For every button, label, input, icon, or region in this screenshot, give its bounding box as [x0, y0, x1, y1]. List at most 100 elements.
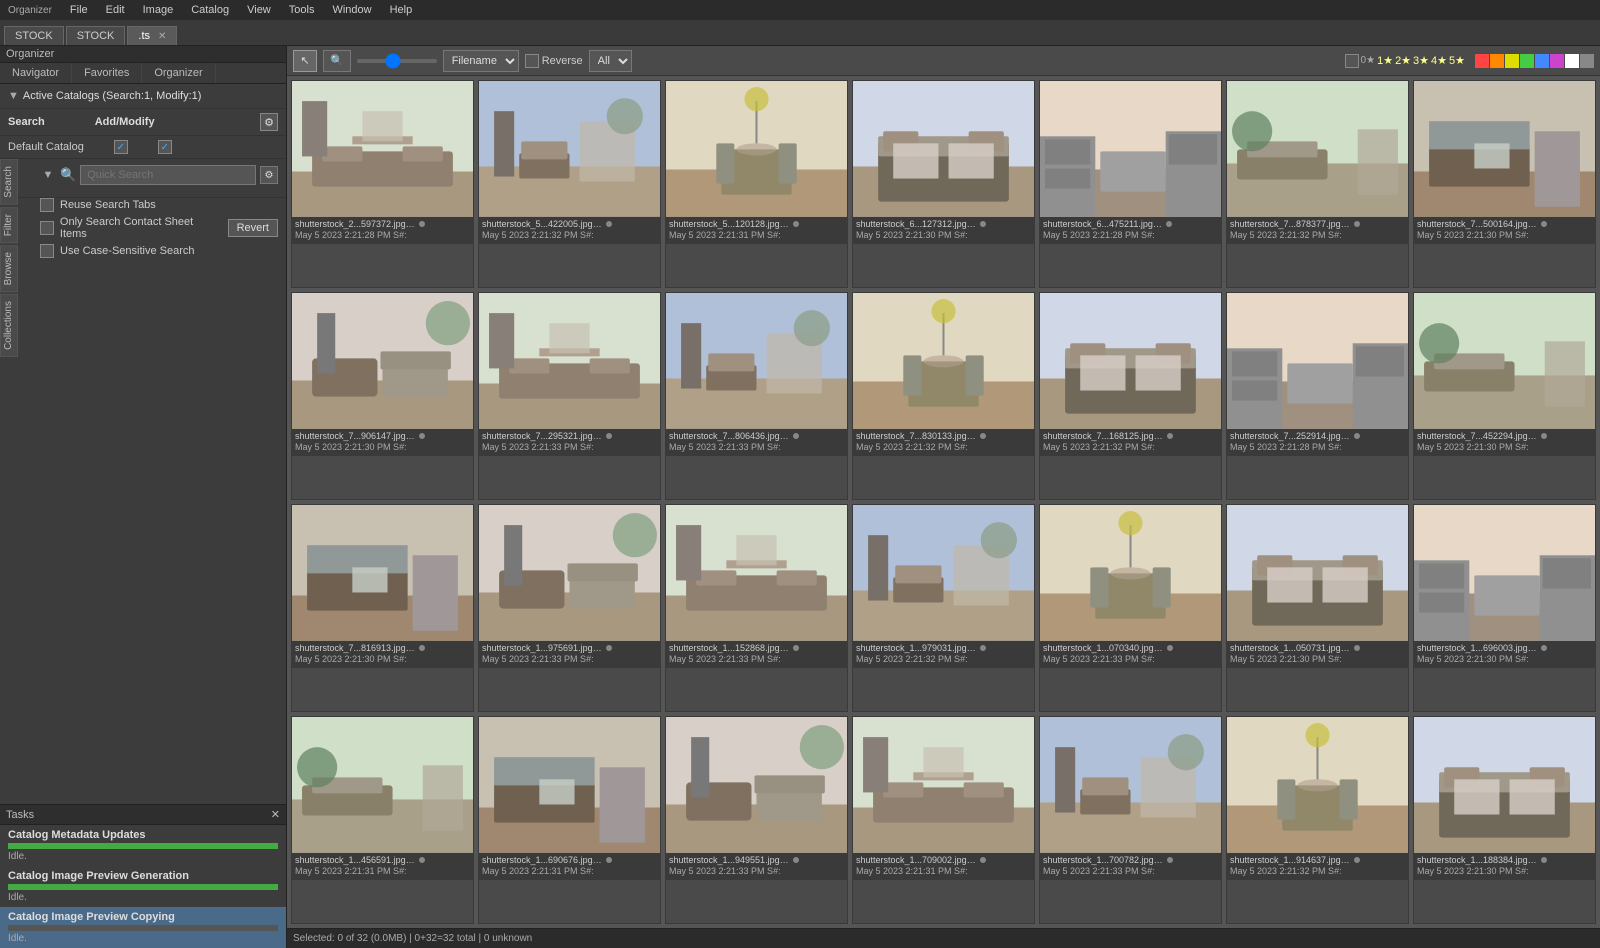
sort-select[interactable]: Filename Date Size Rating — [443, 50, 519, 72]
menu-help[interactable]: Help — [386, 2, 417, 18]
color-white[interactable] — [1565, 54, 1579, 68]
image-cell[interactable]: shutterstock_1...949551.jpg… May 5 2023 … — [665, 716, 848, 924]
only-search-label: Only Search Contact Sheet Items — [60, 216, 222, 240]
image-cell[interactable]: shutterstock_1...709002.jpg… May 5 2023 … — [852, 716, 1035, 924]
tab-ts[interactable]: .ts ✕ — [127, 26, 177, 45]
image-cell[interactable]: shutterstock_1...050731.jpg… May 5 2023 … — [1226, 504, 1409, 712]
color-yellow[interactable] — [1505, 54, 1519, 68]
star-3: 3★ — [1413, 54, 1429, 67]
menu-image[interactable]: Image — [139, 2, 178, 18]
status-bar: Selected: 0 of 32 (0.0MB) | 0+32=32 tota… — [287, 928, 1600, 948]
color-red[interactable] — [1475, 54, 1489, 68]
image-cell[interactable]: shutterstock_1...975691.jpg… May 5 2023 … — [478, 504, 661, 712]
search-magnifier-icon: 🔍 — [60, 167, 76, 183]
tab-ts-close[interactable]: ✕ — [158, 31, 166, 42]
image-date: May 5 2023 2:21:30 PM S#: — [1417, 230, 1592, 242]
side-label-browse[interactable]: Browse — [0, 245, 18, 292]
menu-file[interactable]: File — [66, 2, 92, 18]
reuse-search-checkbox[interactable] — [40, 198, 54, 212]
image-cell[interactable]: shutterstock_7...806436.jpg… May 5 2023 … — [665, 292, 848, 500]
color-orange[interactable] — [1490, 54, 1504, 68]
image-thumbnail — [853, 505, 1034, 641]
color-purple[interactable] — [1550, 54, 1564, 68]
color-blue[interactable] — [1535, 54, 1549, 68]
color-gray[interactable] — [1580, 54, 1594, 68]
menu-view[interactable]: View — [243, 2, 275, 18]
image-cell[interactable]: shutterstock_7...906147.jpg… May 5 2023 … — [291, 292, 474, 500]
tab-favorites[interactable]: Favorites — [72, 63, 142, 83]
image-cell[interactable]: shutterstock_7...878377.jpg… May 5 2023 … — [1226, 80, 1409, 288]
menu-catalog[interactable]: Catalog — [187, 2, 233, 18]
task-preview-gen-status: Idle. — [8, 892, 278, 903]
star-filter-checkbox[interactable] — [1345, 54, 1359, 68]
image-info: shutterstock_1...949551.jpg… May 5 2023 … — [666, 853, 847, 880]
tasks-close-icon[interactable]: ✕ — [271, 808, 280, 821]
image-cell[interactable]: shutterstock_1...696003.jpg… May 5 2023 … — [1413, 504, 1596, 712]
menu-edit[interactable]: Edit — [102, 2, 129, 18]
quick-search-input[interactable] — [80, 165, 256, 185]
zoom-tool-button[interactable]: 🔍 — [323, 50, 351, 72]
image-cell[interactable]: shutterstock_7...452294.jpg… May 5 2023 … — [1413, 292, 1596, 500]
color-green[interactable] — [1520, 54, 1534, 68]
image-cell[interactable]: shutterstock_7...295321.jpg… May 5 2023 … — [478, 292, 661, 500]
revert-button[interactable]: Revert — [228, 219, 278, 237]
tab-stock-1[interactable]: STOCK — [4, 26, 64, 45]
image-date: May 5 2023 2:21:33 PM S#: — [1043, 654, 1218, 666]
reverse-checkbox[interactable] — [525, 54, 539, 68]
image-cell[interactable]: shutterstock_1...070340.jpg… May 5 2023 … — [1039, 504, 1222, 712]
thumbnail-size-slider[interactable] — [357, 59, 437, 63]
search-checkbox[interactable] — [114, 140, 128, 154]
add-modify-checkbox[interactable] — [158, 140, 172, 154]
tab-organizer[interactable]: Organizer — [142, 63, 215, 83]
image-date: May 5 2023 2:21:31 PM S#: — [669, 230, 844, 242]
image-cell[interactable]: shutterstock_1...690676.jpg… May 5 2023 … — [478, 716, 661, 924]
image-cell[interactable]: shutterstock_1...914637.jpg… May 5 2023 … — [1226, 716, 1409, 924]
image-cell[interactable]: shutterstock_7...168125.jpg… May 5 2023 … — [1039, 292, 1222, 500]
side-label-search[interactable]: Search — [0, 159, 18, 205]
image-filename: shutterstock_1...979031.jpg… — [856, 643, 1031, 655]
image-cell[interactable]: shutterstock_1...979031.jpg… May 5 2023 … — [852, 504, 1035, 712]
image-thumbnail — [853, 81, 1034, 217]
tab-stock-2[interactable]: STOCK — [66, 26, 126, 45]
image-cell[interactable]: shutterstock_1...152868.jpg… May 5 2023 … — [665, 504, 848, 712]
image-cell[interactable]: shutterstock_1...456591.jpg… May 5 2023 … — [291, 716, 474, 924]
image-cell[interactable]: shutterstock_1...700782.jpg… May 5 2023 … — [1039, 716, 1222, 924]
catalog-title: Active Catalogs (Search:1, Modify:1) — [23, 90, 202, 102]
image-cell[interactable]: shutterstock_5...120128.jpg… May 5 2023 … — [665, 80, 848, 288]
image-cell[interactable]: shutterstock_7...830133.jpg… May 5 2023 … — [852, 292, 1035, 500]
case-sensitive-checkbox[interactable] — [40, 244, 54, 258]
search-dropdown-icon[interactable]: ▼ — [40, 167, 56, 183]
image-cell[interactable]: shutterstock_7...500164.jpg… May 5 2023 … — [1413, 80, 1596, 288]
color-filter-squares — [1475, 54, 1594, 68]
add-modify-col-label: Add/Modify — [95, 116, 155, 128]
image-cell[interactable]: shutterstock_6...475211.jpg… May 5 2023 … — [1039, 80, 1222, 288]
star-4: 4★ — [1431, 54, 1447, 67]
search-options-icon[interactable]: ⚙ — [260, 166, 278, 184]
image-cell[interactable]: shutterstock_5...422005.jpg… May 5 2023 … — [478, 80, 661, 288]
side-label-filter[interactable]: Filter — [0, 207, 18, 243]
image-filename: shutterstock_1...690676.jpg… — [482, 855, 657, 867]
tab-navigator[interactable]: Navigator — [0, 63, 72, 83]
menu-tools[interactable]: Tools — [285, 2, 319, 18]
image-cell[interactable]: shutterstock_7...816913.jpg… May 5 2023 … — [291, 504, 474, 712]
image-info: shutterstock_1...979031.jpg… May 5 2023 … — [853, 641, 1034, 668]
image-info: shutterstock_7...252914.jpg… May 5 2023 … — [1227, 429, 1408, 456]
image-cell[interactable]: shutterstock_6...127312.jpg… May 5 2023 … — [852, 80, 1035, 288]
image-filename: shutterstock_7...878377.jpg… — [1230, 219, 1405, 231]
image-cell[interactable]: shutterstock_7...252914.jpg… May 5 2023 … — [1226, 292, 1409, 500]
image-date: May 5 2023 2:21:30 PM S#: — [1230, 654, 1405, 666]
image-thumbnail — [1040, 505, 1221, 641]
image-thumbnail — [1040, 81, 1221, 217]
image-cell[interactable]: shutterstock_2...597372.jpg… May 5 2023 … — [291, 80, 474, 288]
menu-window[interactable]: Window — [328, 2, 375, 18]
image-cell[interactable]: shutterstock_1...188384.jpg… May 5 2023 … — [1413, 716, 1596, 924]
image-filename: shutterstock_1...152868.jpg… — [669, 643, 844, 655]
image-info: shutterstock_1...690676.jpg… May 5 2023 … — [479, 853, 660, 880]
image-thumbnail — [666, 717, 847, 853]
image-thumbnail — [1227, 717, 1408, 853]
all-select[interactable]: All — [589, 50, 632, 72]
side-label-collections[interactable]: Collections — [0, 294, 18, 357]
only-search-checkbox[interactable] — [40, 221, 54, 235]
select-tool-button[interactable]: ↖ — [293, 50, 317, 72]
settings-icon[interactable]: ⚙ — [260, 113, 278, 131]
